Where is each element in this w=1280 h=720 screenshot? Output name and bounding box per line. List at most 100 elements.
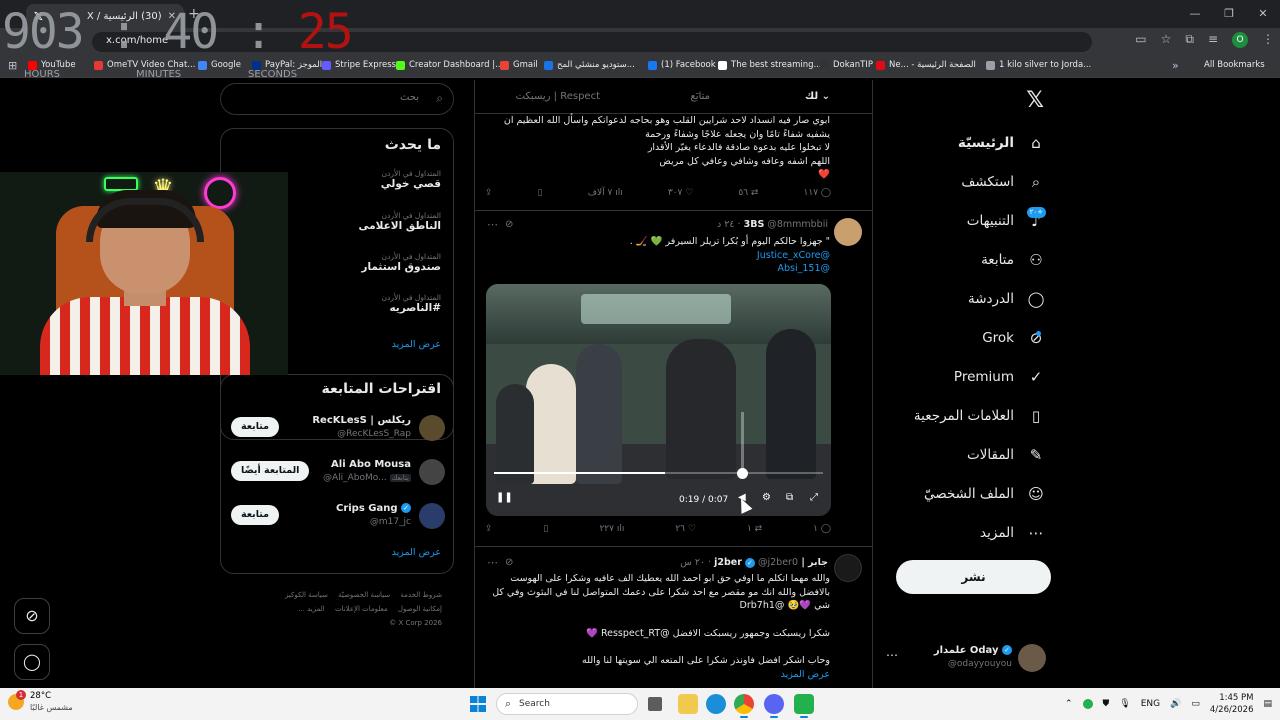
follow-button[interactable]: متابعة bbox=[231, 505, 280, 525]
tab-following[interactable]: متابَع bbox=[690, 91, 710, 102]
file-explorer-icon[interactable] bbox=[678, 694, 698, 714]
follow-back-button[interactable]: المتابعة أيضًا bbox=[231, 461, 310, 481]
trends-show-more-link[interactable]: عرض المزيد bbox=[392, 339, 441, 350]
nav-item-home[interactable]: ⌂ الرئيسيّة bbox=[958, 129, 1046, 157]
cast-icon[interactable]: ▭ bbox=[1135, 32, 1146, 48]
nav-item-add-user[interactable]: ⚇ متابعة bbox=[981, 246, 1046, 274]
tab-for-you[interactable]: لك ⌄ bbox=[805, 91, 830, 102]
all-bookmarks-button[interactable]: All Bookmarks bbox=[1204, 60, 1265, 70]
obs-kick-icon[interactable] bbox=[794, 694, 814, 718]
close-window-button[interactable]: ✕ bbox=[1246, 0, 1280, 28]
weather-widget[interactable]: 1 28°C مشمس غالبًا bbox=[8, 690, 73, 713]
nav-item-verified[interactable]: ✓ Premium bbox=[954, 363, 1046, 391]
show-more-link[interactable]: عرض المزيد bbox=[492, 668, 830, 682]
chevron-more-icon[interactable]: » bbox=[1172, 59, 1179, 72]
speaker-icon[interactable]: 🔊 bbox=[1170, 699, 1181, 709]
grok-floating-button[interactable]: ⊘ bbox=[14, 598, 50, 634]
shield-icon[interactable]: ⛊ bbox=[1103, 699, 1110, 709]
x-logo-icon[interactable]: 𝕏 bbox=[1026, 88, 1044, 113]
apps-grid-icon[interactable]: ⊞ bbox=[8, 59, 17, 72]
notifications-icon[interactable]: ▤ bbox=[1263, 699, 1272, 709]
bookmark-item[interactable]: (1) Facebook bbox=[648, 60, 716, 70]
bookmark-item[interactable]: ستوديو منشئي المح... bbox=[544, 60, 635, 70]
bookmark-item[interactable]: Gmail bbox=[500, 60, 538, 70]
footer-link[interactable]: سياسة الخصوصيّة bbox=[338, 591, 390, 599]
bookmark-item[interactable]: The best streaming... bbox=[718, 60, 822, 70]
microphone-icon[interactable]: 🎙 bbox=[1119, 699, 1130, 709]
profile-avatar[interactable]: O bbox=[1232, 32, 1248, 48]
tweet-time[interactable]: ٢٤ د bbox=[717, 219, 734, 230]
share-icon[interactable]: ⇪ bbox=[485, 188, 493, 204]
follow-button[interactable]: متابعة bbox=[231, 417, 280, 437]
views-count[interactable]: ٧ آلاف ılı bbox=[588, 188, 623, 204]
bookmark-icon[interactable]: ▯ bbox=[544, 524, 549, 540]
mention-link[interactable]: @Absi_151 bbox=[630, 262, 830, 276]
handle[interactable]: @8mmmbbii bbox=[767, 219, 828, 230]
follow-suggestion[interactable]: Crips Gang ✓ @m17_jc متابعة bbox=[221, 499, 455, 539]
settings-icon[interactable]: ⚙ bbox=[762, 492, 771, 503]
star-icon[interactable]: ☆ bbox=[1161, 32, 1172, 48]
volume-slider[interactable] bbox=[737, 412, 748, 479]
nav-item-article[interactable]: ✎ المقالات bbox=[967, 441, 1046, 469]
more-options-icon[interactable]: ⋯ bbox=[487, 218, 498, 231]
nav-item-chat[interactable]: ◯ الدردشة bbox=[968, 285, 1046, 313]
reposts-count[interactable]: ٥٦ ⇄ bbox=[738, 188, 758, 204]
share-icon[interactable]: ⇪ bbox=[485, 524, 493, 540]
footer-link[interactable]: سياسة الكوكيز bbox=[285, 591, 328, 599]
nav-item-bell[interactable]: ♪ +٢٠ التنبيهات bbox=[967, 207, 1046, 235]
task-view-icon[interactable] bbox=[648, 697, 662, 711]
windows-start-icon[interactable] bbox=[470, 696, 486, 712]
more-options-icon[interactable]: ⋯ bbox=[886, 648, 898, 662]
discord-icon[interactable] bbox=[764, 694, 784, 718]
nav-item-grok[interactable]: ⊘ Grok bbox=[982, 324, 1046, 352]
account-switcher[interactable]: علمدار Oday ✓ @odayyouyou ⋯ bbox=[886, 642, 1056, 676]
maximize-button[interactable]: ❐ bbox=[1212, 0, 1246, 28]
footer-link[interactable]: المزيد ... bbox=[298, 605, 325, 613]
taskbar-search[interactable]: ⌕ Search bbox=[496, 693, 638, 715]
footer-link[interactable]: معلومات الإعلانات bbox=[335, 605, 388, 613]
nav-item-bookmark[interactable]: ▯ العلامات المرجعية bbox=[914, 402, 1046, 430]
avatar[interactable] bbox=[834, 218, 862, 246]
footer-link[interactable]: شروط الخدمة bbox=[400, 591, 442, 599]
trend-item[interactable]: المتداول في الأردن #الناصريه bbox=[382, 293, 442, 314]
tray-app-icon[interactable] bbox=[1082, 699, 1093, 709]
nav-item-search[interactable]: ⌕ استكشف bbox=[961, 168, 1046, 196]
popout-icon[interactable]: ⧉ bbox=[786, 492, 793, 503]
chrome-icon[interactable] bbox=[734, 694, 754, 718]
pause-icon[interactable]: ❚❚ bbox=[496, 492, 513, 503]
chat-floating-button[interactable]: ◯ bbox=[14, 644, 50, 680]
handle[interactable]: @j2ber0 bbox=[758, 557, 798, 568]
follows-show-more-link[interactable]: عرض المزيد bbox=[392, 547, 441, 558]
reposts-count[interactable]: ١ ⇄ bbox=[747, 524, 762, 540]
edge-icon[interactable] bbox=[706, 694, 726, 714]
views-count[interactable]: ٢٢٧ ılı bbox=[599, 524, 624, 540]
footer-link[interactable]: إمكانية الوصول bbox=[398, 605, 442, 613]
minimize-button[interactable]: — bbox=[1178, 0, 1212, 28]
extensions-icon[interactable]: ⧉ bbox=[1185, 32, 1194, 48]
language-indicator[interactable]: ENG bbox=[1141, 699, 1160, 709]
likes-count[interactable]: ٣٠٧ ♡ bbox=[668, 188, 693, 204]
grok-icon[interactable]: ⊘ bbox=[505, 219, 513, 230]
menu-icon[interactable]: ⋮ bbox=[1262, 32, 1274, 48]
video-progress-bar[interactable] bbox=[494, 472, 823, 474]
trend-item[interactable]: المتداول في الأردن صندوق استثمار bbox=[361, 252, 441, 273]
search-input[interactable]: بحث ⌕ bbox=[220, 83, 454, 115]
grok-icon[interactable]: ⊘ bbox=[505, 557, 513, 568]
fullscreen-icon[interactable]: ⤢ bbox=[810, 492, 818, 503]
bookmark-item[interactable]: Creator Dashboard |... bbox=[396, 60, 503, 70]
nav-item-more[interactable]: ⋯ المزيد bbox=[980, 519, 1046, 547]
replies-count[interactable]: ١١٧ ◯ bbox=[804, 188, 831, 204]
more-options-icon[interactable]: ⋯ bbox=[487, 556, 498, 569]
follow-suggestion[interactable]: RecKLesS | ريكلس @RecKLesS_Rap متابعة bbox=[221, 411, 455, 451]
bookmark-item[interactable]: Ne... - الصفحة الرئيسية bbox=[876, 60, 976, 70]
likes-count[interactable]: ٢٦ ♡ bbox=[675, 524, 696, 540]
post-button[interactable]: نشر bbox=[896, 560, 1051, 594]
media-icon[interactable]: ≡ bbox=[1208, 32, 1218, 48]
trend-item[interactable]: المتداول في الأردن قصي خولي bbox=[381, 169, 441, 190]
display-name[interactable]: 3BS bbox=[744, 219, 765, 230]
clock[interactable]: 1:45 PM 4/26/2026 bbox=[1210, 692, 1254, 716]
mention-link[interactable]: @Justice_xCore bbox=[630, 249, 830, 263]
bookmark-item[interactable]: 1 kilo silver to Jorda... bbox=[986, 60, 1091, 70]
tray-chevron-icon[interactable]: ⌃ bbox=[1065, 699, 1073, 709]
tab-respect-list[interactable]: ريسبكت | Respect bbox=[516, 91, 600, 102]
